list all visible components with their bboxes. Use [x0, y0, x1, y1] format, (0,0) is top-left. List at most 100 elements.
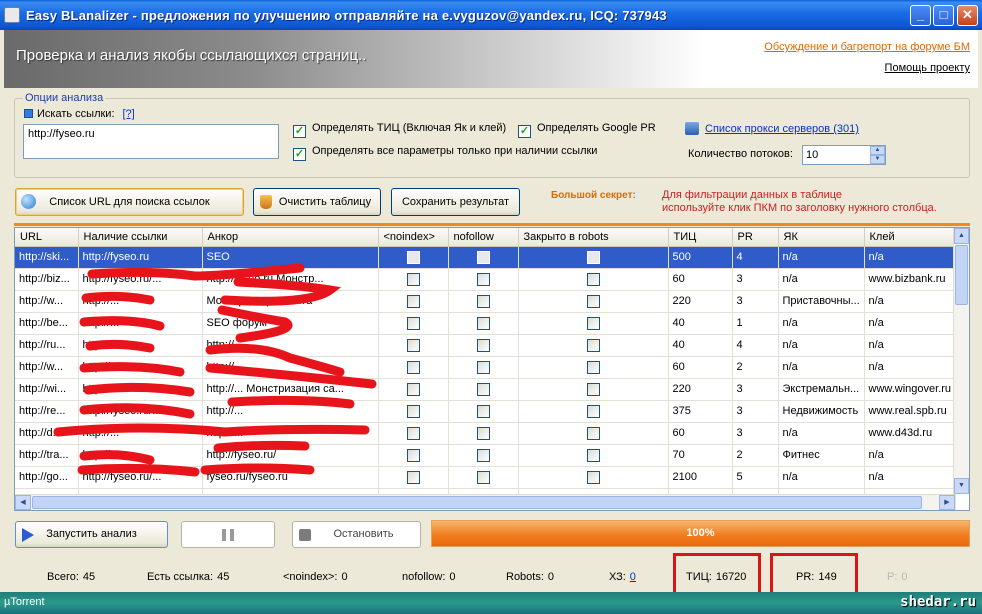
cell-nofollow[interactable] [448, 466, 519, 489]
checkbox-icon[interactable] [586, 272, 600, 286]
stop-button[interactable]: Остановить [292, 521, 421, 548]
stepper-up-icon[interactable]: ▲ [870, 146, 885, 155]
cell-noindex[interactable] [378, 356, 449, 379]
proxy-list-text[interactable]: Список прокси серверов (301) [705, 123, 859, 135]
cell-noindex[interactable] [378, 400, 449, 423]
col-header-noindex[interactable]: <noindex> [378, 228, 449, 247]
scroll-left-icon[interactable]: ◀ [15, 495, 31, 510]
col-header-url[interactable]: URL [15, 228, 79, 247]
col-header-glue[interactable]: Клей [864, 228, 956, 247]
checkbox-icon[interactable] [586, 404, 600, 418]
url-list-button[interactable]: Список URL для поиска ссылок [15, 188, 244, 216]
status-x3[interactable]: ХЗ: 0 [609, 571, 636, 583]
cell-nofollow[interactable] [448, 422, 519, 445]
col-header-tic[interactable]: ТИЦ [668, 228, 733, 247]
cell-noindex[interactable] [378, 378, 449, 401]
scroll-down-icon[interactable]: ▼ [954, 478, 969, 494]
cell-nofollow[interactable] [448, 444, 519, 467]
checkbox-icon[interactable] [586, 426, 600, 440]
checkbox-icon[interactable] [586, 338, 600, 352]
cell-nofollow[interactable] [448, 334, 519, 357]
cell-robots[interactable] [518, 356, 669, 379]
help-question-link[interactable]: [?] [123, 108, 135, 120]
checkbox-icon[interactable] [406, 294, 420, 308]
check-icon[interactable]: ✓ [518, 125, 531, 138]
table-row[interactable]: http://re... http://fyseo.ru/... http://..… [15, 400, 956, 423]
checkbox-icon[interactable] [476, 316, 490, 330]
cell-robots[interactable] [518, 290, 669, 313]
checkbox-icon[interactable] [476, 470, 490, 484]
checkbox-icon[interactable] [406, 426, 420, 440]
col-header-has-link[interactable]: Наличие ссылки [78, 228, 203, 247]
threads-stepper[interactable]: 10 ▲ ▼ [802, 145, 886, 165]
help-project-link[interactable]: Помощь проекту [885, 62, 970, 74]
checkbox-icon[interactable] [406, 272, 420, 286]
cell-noindex[interactable] [378, 268, 449, 291]
threads-value[interactable]: 10 [806, 149, 818, 161]
checkbox-icon[interactable] [586, 360, 600, 374]
table-row[interactable]: http://ski... http://fyseo.ru SEO 500 4 n/a n/… [15, 246, 956, 269]
table-row[interactable]: http://be... http://... SEO форум 40 1 n/a n/a [15, 312, 956, 335]
checkbox-icon[interactable] [586, 294, 600, 308]
checkbox-icon[interactable] [586, 470, 600, 484]
save-result-button[interactable]: Сохранить результат [391, 188, 520, 216]
forum-link[interactable]: Обсуждение и багрепорт на форуме БМ [764, 41, 970, 53]
checkbox-icon[interactable] [406, 360, 420, 374]
run-analysis-button[interactable]: Запустить анализ [15, 521, 168, 548]
cell-noindex[interactable] [378, 246, 449, 269]
checkbox-all-params[interactable]: ✓ Определять все параметры только при нал… [293, 145, 597, 161]
checkbox-icon[interactable] [586, 382, 600, 396]
checkbox-icon[interactable] [476, 426, 490, 440]
pause-button[interactable] [181, 521, 275, 548]
checkbox-icon[interactable] [476, 382, 490, 396]
cell-nofollow[interactable] [448, 290, 519, 313]
cell-robots[interactable] [518, 400, 669, 423]
cell-nofollow[interactable] [448, 312, 519, 335]
checkbox-icon[interactable] [476, 360, 490, 374]
table-row[interactable]: http://wi... http://... http://... Монстри… [15, 378, 956, 401]
cell-nofollow[interactable] [448, 246, 519, 269]
maximize-button[interactable]: □ [933, 5, 954, 26]
cell-robots[interactable] [518, 268, 669, 291]
horizontal-scrollbar[interactable]: ◀ ▶ [15, 494, 955, 510]
search-url-input[interactable]: http://fyseo.ru [23, 124, 279, 159]
checkbox-icon[interactable] [476, 338, 490, 352]
taskbar-app[interactable]: µTorrent [4, 596, 45, 608]
checkbox-icon[interactable] [476, 272, 490, 286]
col-header-pr[interactable]: PR [732, 228, 779, 247]
scroll-right-icon[interactable]: ▶ [939, 495, 955, 510]
cell-nofollow[interactable] [448, 378, 519, 401]
stepper-down-icon[interactable]: ▼ [870, 155, 885, 164]
checkbox-icon[interactable] [406, 316, 420, 330]
checkbox-icon[interactable] [586, 316, 600, 330]
scroll-thumb[interactable] [955, 245, 968, 305]
cell-noindex[interactable] [378, 334, 449, 357]
close-button[interactable]: ✕ [957, 5, 978, 26]
cell-robots[interactable] [518, 334, 669, 357]
cell-noindex[interactable] [378, 422, 449, 445]
table-row[interactable]: http://biz... http://fyseo.ru/... http://f… [15, 268, 956, 291]
col-header-yak[interactable]: ЯК [778, 228, 865, 247]
checkbox-icon[interactable] [406, 250, 420, 264]
cell-robots[interactable] [518, 246, 669, 269]
checkbox-icon[interactable] [406, 448, 420, 462]
checkbox-icon[interactable] [406, 470, 420, 484]
col-header-nofollow[interactable]: nofollow [448, 228, 519, 247]
table-row[interactable]: http://w... http://... http://... 60 2 n/a n/a [15, 356, 956, 379]
table-row[interactable]: http://d... http://... http://... 60 3 n/a www… [15, 422, 956, 445]
col-header-anchor[interactable]: Анкор [202, 228, 379, 247]
cell-noindex[interactable] [378, 466, 449, 489]
vertical-scrollbar[interactable]: ▲ ▼ [953, 228, 969, 494]
cell-robots[interactable] [518, 422, 669, 445]
col-header-robots[interactable]: Закрыто в robots [518, 228, 669, 247]
checkbox-icon[interactable] [476, 448, 490, 462]
checkbox-icon[interactable] [476, 294, 490, 308]
table-row[interactable]: http://w... http://... Монстризация сайта 2… [15, 290, 956, 313]
checkbox-icon[interactable] [406, 382, 420, 396]
table-row[interactable]: http://tra... http://... http://fyseo.ru/7… [15, 444, 956, 467]
results-grid[interactable]: URL Наличие ссылки Анкор <noindex> nofol… [14, 227, 970, 511]
hscroll-thumb[interactable] [32, 496, 922, 509]
cell-nofollow[interactable] [448, 400, 519, 423]
proxy-list-link[interactable]: Список прокси серверов (301) [685, 122, 859, 135]
minimize-button[interactable]: _ [910, 5, 931, 26]
